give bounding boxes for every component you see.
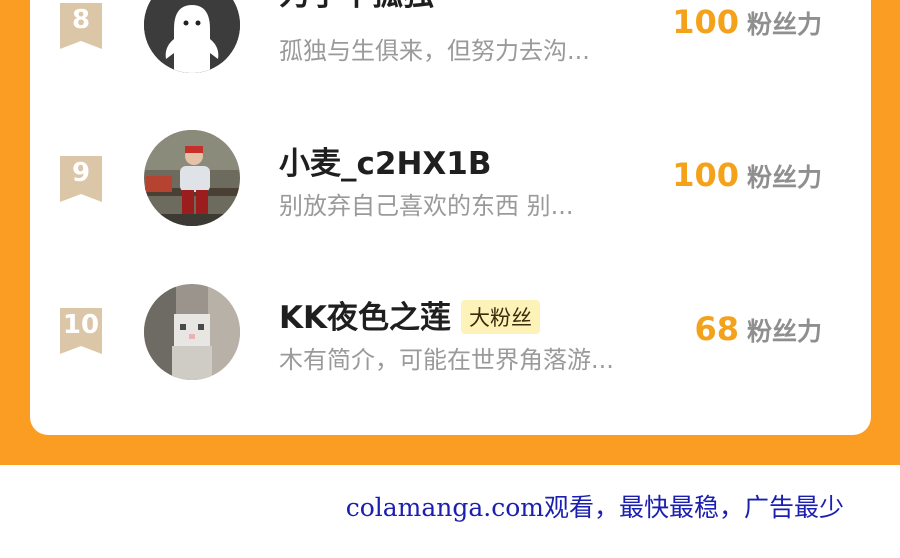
score-unit: 粉丝力 [746,10,822,39]
ghost-avatar-icon[interactable] [144,0,240,73]
leaderboard-row-9[interactable]: 9 小麦_c2HX1B 别放弃自己喜欢的东西 别... 100 粉丝力 [0,118,900,238]
user-bio: 木有简介，可能在世界角落游... [279,346,614,374]
rank-number: 8 [71,5,91,35]
rank-badge: 10 [60,308,102,354]
score-value: 100 [672,156,739,194]
score-unit: 粉丝力 [746,317,822,346]
score-value: 100 [672,3,739,41]
score-value: 68 [694,310,739,348]
cat-avatar-icon[interactable] [144,284,240,380]
rank-number: 9 [71,158,91,188]
big-fan-badge: 大粉丝 [461,299,541,334]
user-name[interactable]: 小麦_c2HX1B [279,138,492,183]
rank-number: 10 [62,310,100,340]
user-bio: 孤独与生俱来，但努力去沟... [279,37,590,65]
score-unit: 粉丝力 [746,163,822,192]
user-name[interactable]: KK夜色之莲 大粉丝 [279,292,541,337]
rank-badge: 8 [60,3,102,49]
user-name[interactable]: 为了不孤独 [279,0,434,14]
fan-power-score: 100 粉丝力 [672,3,822,41]
fan-power-score: 100 粉丝力 [672,156,822,194]
watermark-text: colamanga.com观看，最快最稳，广告最少 [345,493,844,522]
photo-avatar-icon[interactable] [144,130,240,226]
leaderboard-row-8[interactable]: 8 为了不孤独 孤独与生俱来，但努力去沟... 100粉丝力 [0,0,900,85]
user-bio: 别放弃自己喜欢的东西 别... [279,192,574,220]
leaderboard-row-10[interactable]: 10 KK夜色之莲 大粉丝 木有简介，可能在世界角落游... 68 粉丝力 [0,272,900,392]
fan-power-score: 68 粉丝力 [694,310,822,348]
rank-badge: 9 [60,156,102,202]
